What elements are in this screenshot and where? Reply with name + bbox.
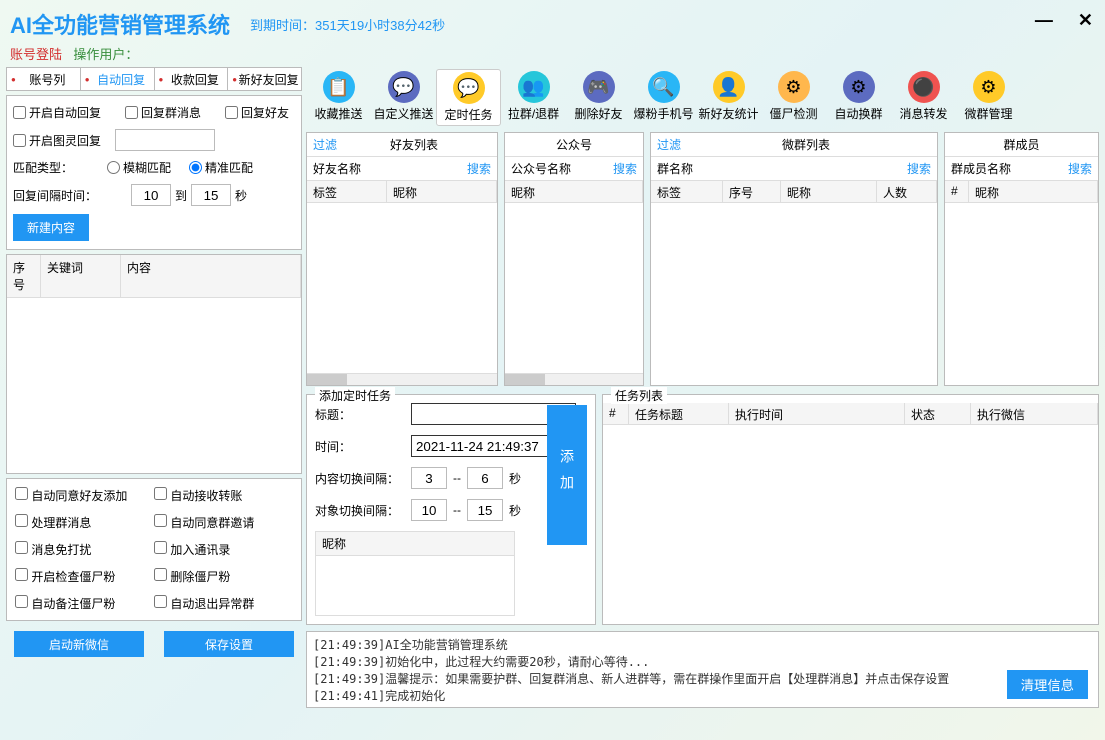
- member-search-label: 群成员名称: [951, 160, 1011, 177]
- tool-icon: 📋: [323, 71, 355, 103]
- tool-4[interactable]: 🎮删除好友: [566, 69, 631, 126]
- add-task-title: 添加定时任务: [315, 387, 395, 404]
- cb-pic-reply[interactable]: 开启图灵回复: [13, 132, 101, 149]
- col-keyword: 关键词: [41, 255, 121, 297]
- friend-search-label: 好友名称: [313, 160, 361, 177]
- tab-accounts[interactable]: 账号列: [7, 68, 81, 90]
- current-user-label: 操作用户：: [73, 47, 138, 62]
- radio-exact[interactable]: 精准匹配: [189, 159, 253, 176]
- tool-8[interactable]: ⚙自动换群: [826, 69, 891, 126]
- log-text: [21:49:39]AI全功能营销管理系统[21:49:39]初始化中，此过程大…: [307, 632, 1098, 707]
- group-panel-title: 微群列表: [782, 136, 830, 153]
- expiry-time: 到期时间：351天19小时38分42秒: [250, 15, 445, 34]
- cb-reply-group[interactable]: 回复群消息: [125, 104, 201, 121]
- new-content-button[interactable]: 新建内容: [13, 214, 89, 241]
- group-search-link[interactable]: 搜索: [907, 160, 931, 177]
- pic-reply-input[interactable]: [115, 129, 215, 151]
- target-to[interactable]: [467, 499, 503, 521]
- tool-icon: 🎮: [583, 71, 615, 103]
- member-list-panel: 群成员 群成员名称搜索 #昵称: [944, 132, 1099, 386]
- tool-icon: 🔍: [648, 71, 680, 103]
- content-to[interactable]: [467, 467, 503, 489]
- tab-auto-reply[interactable]: 自动回复: [81, 68, 155, 90]
- member-panel-title: 群成员: [1003, 136, 1039, 153]
- cb-note-zombie[interactable]: 自动备注僵尸粉: [15, 595, 154, 612]
- cb-auto-transfer[interactable]: 自动接收转账: [154, 487, 293, 504]
- cb-group-invite[interactable]: 自动同意群邀请: [154, 514, 293, 531]
- cb-add-contacts[interactable]: 加入通讯录: [154, 541, 293, 558]
- add-task-button[interactable]: 添加: [547, 405, 587, 545]
- tool-icon: 👥: [518, 71, 550, 103]
- interval-from[interactable]: [131, 184, 171, 206]
- add-task-panel: 添加定时任务 标题： 时间： ▼ 内容切换间隔： -- 秒: [306, 394, 596, 625]
- group-list-panel: 过滤微群列表 群名称搜索 标签序号昵称人数: [650, 132, 938, 386]
- group-filter-link[interactable]: 过滤: [657, 136, 681, 153]
- interval-to[interactable]: [191, 184, 231, 206]
- reply-content-table: 序号 关键词 内容: [6, 254, 302, 474]
- interval-label: 回复间隔时间：: [13, 187, 97, 204]
- friend-filter-link[interactable]: 过滤: [313, 136, 337, 153]
- cb-auto-reply[interactable]: 开启自动回复: [13, 104, 101, 121]
- public-scrollbar[interactable]: [505, 373, 643, 385]
- task-list-panel: 任务列表 # 任务标题 执行时间 状态 执行微信: [602, 394, 1099, 625]
- public-account-panel: 公众号 公众号名称搜索 昵称: [504, 132, 644, 386]
- tool-icon: ⚙: [843, 71, 875, 103]
- public-panel-title: 公众号: [556, 136, 592, 153]
- tool-5[interactable]: 🔍爆粉手机号: [631, 69, 696, 126]
- task-time-input[interactable]: [411, 435, 556, 457]
- public-search-link[interactable]: 搜索: [613, 160, 637, 177]
- task-list-title: 任务列表: [611, 387, 667, 404]
- tool-2[interactable]: 💬定时任务: [436, 69, 501, 126]
- app-title: AI全功能营销管理系统: [10, 8, 230, 40]
- content-from[interactable]: [411, 467, 447, 489]
- tool-10[interactable]: ⚙微群管理: [956, 69, 1021, 126]
- tool-icon: ⚫: [908, 71, 940, 103]
- cb-del-zombie[interactable]: 删除僵尸粉: [154, 568, 293, 585]
- clear-log-button[interactable]: 清理信息: [1007, 670, 1088, 699]
- cb-reply-friend[interactable]: 回复好友: [225, 104, 289, 121]
- left-tabs: 账号列 自动回复 收款回复 新好友回复: [6, 67, 302, 91]
- tool-1[interactable]: 💬自定义推送: [371, 69, 436, 126]
- minimize-button[interactable]: —: [1035, 10, 1053, 30]
- tool-icon: ⚙: [778, 71, 810, 103]
- col-index: 序号: [7, 255, 41, 297]
- login-link[interactable]: 账号登陆: [10, 47, 62, 62]
- friend-scrollbar[interactable]: [307, 373, 497, 385]
- cb-exit-group[interactable]: 自动退出异常群: [154, 595, 293, 612]
- tab-new-friend-reply[interactable]: 新好友回复: [228, 68, 301, 90]
- cb-auto-accept[interactable]: 自动同意好友添加: [15, 487, 154, 504]
- log-panel: [21:49:39]AI全功能营销管理系统[21:49:39]初始化中，此过程大…: [306, 631, 1099, 708]
- reply-settings: 开启自动回复 回复群消息 回复好友 开启图灵回复 匹配类型： 模糊匹配 精准匹配…: [6, 95, 302, 250]
- friend-panel-title: 好友列表: [390, 136, 438, 153]
- cb-no-disturb[interactable]: 消息免打扰: [15, 541, 154, 558]
- tool-0[interactable]: 📋收藏推送: [306, 69, 371, 126]
- cb-process-group[interactable]: 处理群消息: [15, 514, 154, 531]
- close-button[interactable]: ✕: [1078, 10, 1093, 30]
- tool-icon: 💬: [388, 71, 420, 103]
- member-search-link[interactable]: 搜索: [1068, 160, 1092, 177]
- friend-search-link[interactable]: 搜索: [467, 160, 491, 177]
- main-toolbar: 📋收藏推送💬自定义推送💬定时任务👥拉群/退群🎮删除好友🔍爆粉手机号👤新好友统计⚙…: [306, 67, 1099, 132]
- tool-icon: ⚙: [973, 71, 1005, 103]
- save-settings-button[interactable]: 保存设置: [164, 631, 294, 657]
- options-panel: 自动同意好友添加 自动接收转账 处理群消息 自动同意群邀请 消息免打扰 加入通讯…: [6, 478, 302, 621]
- friend-list-panel: 过滤好友列表 好友名称搜索 标签昵称: [306, 132, 498, 386]
- tool-icon: 👤: [713, 71, 745, 103]
- cb-check-zombie[interactable]: 开启检查僵尸粉: [15, 568, 154, 585]
- group-search-label: 群名称: [657, 160, 693, 177]
- radio-fuzzy[interactable]: 模糊匹配: [107, 159, 171, 176]
- start-wechat-button[interactable]: 启动新微信: [14, 631, 144, 657]
- tool-3[interactable]: 👥拉群/退群: [501, 69, 566, 126]
- public-search-label: 公众号名称: [511, 160, 571, 177]
- tool-icon: 💬: [453, 72, 485, 104]
- col-content: 内容: [121, 255, 301, 297]
- tool-7[interactable]: ⚙僵尸检测: [761, 69, 826, 126]
- match-type-label: 匹配类型：: [13, 159, 73, 176]
- tab-payment-reply[interactable]: 收款回复: [155, 68, 229, 90]
- tool-9[interactable]: ⚫消息转发: [891, 69, 956, 126]
- nick-table: 昵称: [315, 531, 515, 616]
- target-from[interactable]: [411, 499, 447, 521]
- tool-6[interactable]: 👤新好友统计: [696, 69, 761, 126]
